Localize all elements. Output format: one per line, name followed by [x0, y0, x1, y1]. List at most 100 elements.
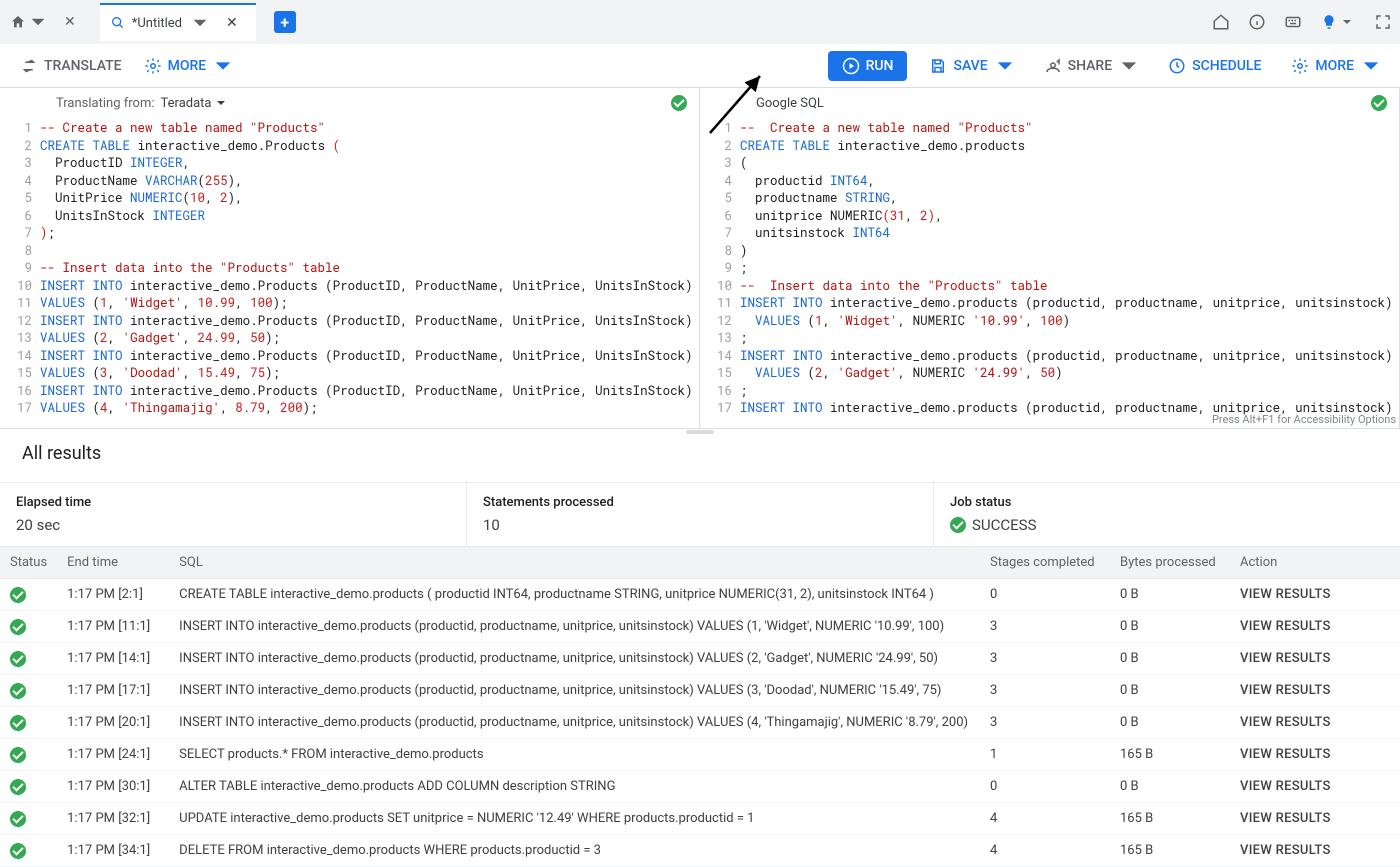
sql-text: UPDATE interactive_demo.products SET uni…	[169, 803, 980, 835]
info-icon[interactable]	[1248, 13, 1266, 31]
more-left-button[interactable]: MORE	[136, 51, 241, 81]
bytes: 0 B	[1110, 707, 1230, 739]
view-results-button[interactable]: VIEW RESULTS	[1240, 651, 1331, 666]
source-dialect[interactable]: Teradata	[161, 96, 212, 111]
translating-from-label: Translating from:	[56, 96, 155, 111]
home-icon	[10, 14, 26, 30]
close-icon[interactable]: ✕	[56, 10, 84, 34]
col-end: End time	[57, 547, 169, 579]
schedule-button[interactable]: SCHEDULE	[1160, 51, 1269, 81]
target-editor[interactable]: 1234567891011121314151617 -- Create a ne…	[700, 118, 1399, 428]
sql-text: SELECT products.* FROM interactive_demo.…	[169, 739, 980, 771]
success-icon	[10, 587, 26, 603]
view-results-button[interactable]: VIEW RESULTS	[1240, 747, 1331, 762]
share-label: SHARE	[1068, 58, 1113, 74]
lightbulb-icon[interactable]	[1320, 13, 1338, 31]
stages: 4	[980, 803, 1110, 835]
table-row: 1:17 PM [11:1]INSERT INTO interactive_de…	[0, 611, 1400, 643]
col-status: Status	[0, 547, 57, 579]
bytes: 165 B	[1110, 835, 1230, 867]
window-tabbar: ✕ *Untitled ✕ +	[0, 0, 1400, 44]
end-time: 1:17 PM [30:1]	[57, 771, 169, 803]
more-right-label: MORE	[1315, 58, 1354, 74]
table-row: 1:17 PM [32:1]UPDATE interactive_demo.pr…	[0, 803, 1400, 835]
sql-text: INSERT INTO interactive_demo.products (p…	[169, 707, 980, 739]
add-tab-button[interactable]: +	[274, 11, 296, 33]
view-results-button[interactable]: VIEW RESULTS	[1240, 587, 1331, 602]
success-icon	[671, 95, 687, 111]
col-stages: Stages completed	[980, 547, 1110, 579]
chevron-down-icon[interactable]	[1342, 17, 1352, 27]
chevron-down-icon	[996, 57, 1014, 75]
bytes: 0 B	[1110, 771, 1230, 803]
chevron-down-icon[interactable]	[216, 98, 226, 108]
results-panel: All results Elapsed time 20 sec Statemen…	[0, 428, 1400, 867]
translate-button[interactable]: TRANSLATE	[12, 51, 130, 81]
view-results-button[interactable]: VIEW RESULTS	[1240, 779, 1331, 794]
more-right-button[interactable]: MORE	[1283, 51, 1388, 81]
sql-text: DELETE FROM interactive_demo.products WH…	[169, 835, 980, 867]
end-time: 1:17 PM [17:1]	[57, 675, 169, 707]
stages: 1	[980, 739, 1110, 771]
view-results-button[interactable]: VIEW RESULTS	[1240, 619, 1331, 634]
table-row: 1:17 PM [17:1]INSERT INTO interactive_de…	[0, 675, 1400, 707]
elapsed-label: Elapsed time	[16, 495, 450, 510]
bytes: 0 B	[1110, 611, 1230, 643]
success-icon	[10, 619, 26, 635]
chevron-down-icon	[214, 57, 232, 75]
fullscreen-icon[interactable]	[1374, 13, 1392, 31]
job-value: SUCCESS	[972, 516, 1037, 534]
stages: 0	[980, 771, 1110, 803]
sql-text: INSERT INTO interactive_demo.products (p…	[169, 611, 980, 643]
view-results-button[interactable]: VIEW RESULTS	[1240, 715, 1331, 730]
pane-resize-handle[interactable]	[686, 430, 714, 434]
end-time: 1:17 PM [34:1]	[57, 835, 169, 867]
view-results-button[interactable]: VIEW RESULTS	[1240, 843, 1331, 858]
chevron-down-icon[interactable]	[192, 15, 208, 31]
stages: 3	[980, 643, 1110, 675]
end-time: 1:17 PM [14:1]	[57, 643, 169, 675]
results-table: Status End time SQL Stages completed Byt…	[0, 547, 1400, 867]
gear-icon	[1291, 57, 1309, 75]
tab-close-icon[interactable]: ✕	[218, 11, 246, 35]
view-results-button[interactable]: VIEW RESULTS	[1240, 683, 1331, 698]
save-button[interactable]: SAVE	[921, 51, 1021, 81]
run-button[interactable]: RUN	[828, 51, 908, 81]
sql-text: INSERT INTO interactive_demo.products (p…	[169, 643, 980, 675]
stages: 3	[980, 707, 1110, 739]
target-pane: Google SQL 1234567891011121314151617 -- …	[700, 88, 1400, 428]
home-outline-icon[interactable]	[1212, 13, 1230, 31]
view-results-button[interactable]: VIEW RESULTS	[1240, 811, 1331, 826]
translate-label: TRANSLATE	[44, 58, 122, 74]
success-icon	[10, 779, 26, 795]
table-row: 1:17 PM [34:1]DELETE FROM interactive_de…	[0, 835, 1400, 867]
clock-icon	[1168, 57, 1186, 75]
success-icon	[1371, 95, 1387, 111]
chevron-down-icon	[1362, 57, 1380, 75]
stmts-value: 10	[483, 516, 917, 534]
save-icon	[929, 57, 947, 75]
table-row: 1:17 PM [20:1]INSERT INTO interactive_de…	[0, 707, 1400, 739]
tab-untitled[interactable]: *Untitled ✕	[100, 3, 256, 41]
bytes: 0 B	[1110, 675, 1230, 707]
source-editor[interactable]: 1234567891011121314151617 -- Create a ne…	[0, 118, 699, 428]
home-button[interactable]	[8, 8, 52, 36]
success-icon	[10, 843, 26, 859]
keyboard-icon[interactable]	[1284, 13, 1302, 31]
schedule-label: SCHEDULE	[1192, 58, 1261, 74]
col-action: Action	[1230, 547, 1400, 579]
success-icon	[10, 651, 26, 667]
play-icon	[842, 57, 860, 75]
target-dialect: Google SQL	[756, 96, 824, 111]
gear-icon	[144, 57, 162, 75]
run-label: RUN	[866, 58, 894, 74]
end-time: 1:17 PM [2:1]	[57, 579, 169, 611]
table-row: 1:17 PM [30:1]ALTER TABLE interactive_de…	[0, 771, 1400, 803]
success-icon	[10, 715, 26, 731]
chevron-down-icon	[30, 14, 46, 30]
end-time: 1:17 PM [24:1]	[57, 739, 169, 771]
share-button[interactable]: SHARE	[1036, 51, 1147, 81]
stages: 0	[980, 579, 1110, 611]
editor-panes: Translating from: Teradata 1234567891011…	[0, 88, 1400, 428]
query-toolbar: TRANSLATE MORE RUN SAVE SHARE SCHEDULE	[0, 44, 1400, 88]
